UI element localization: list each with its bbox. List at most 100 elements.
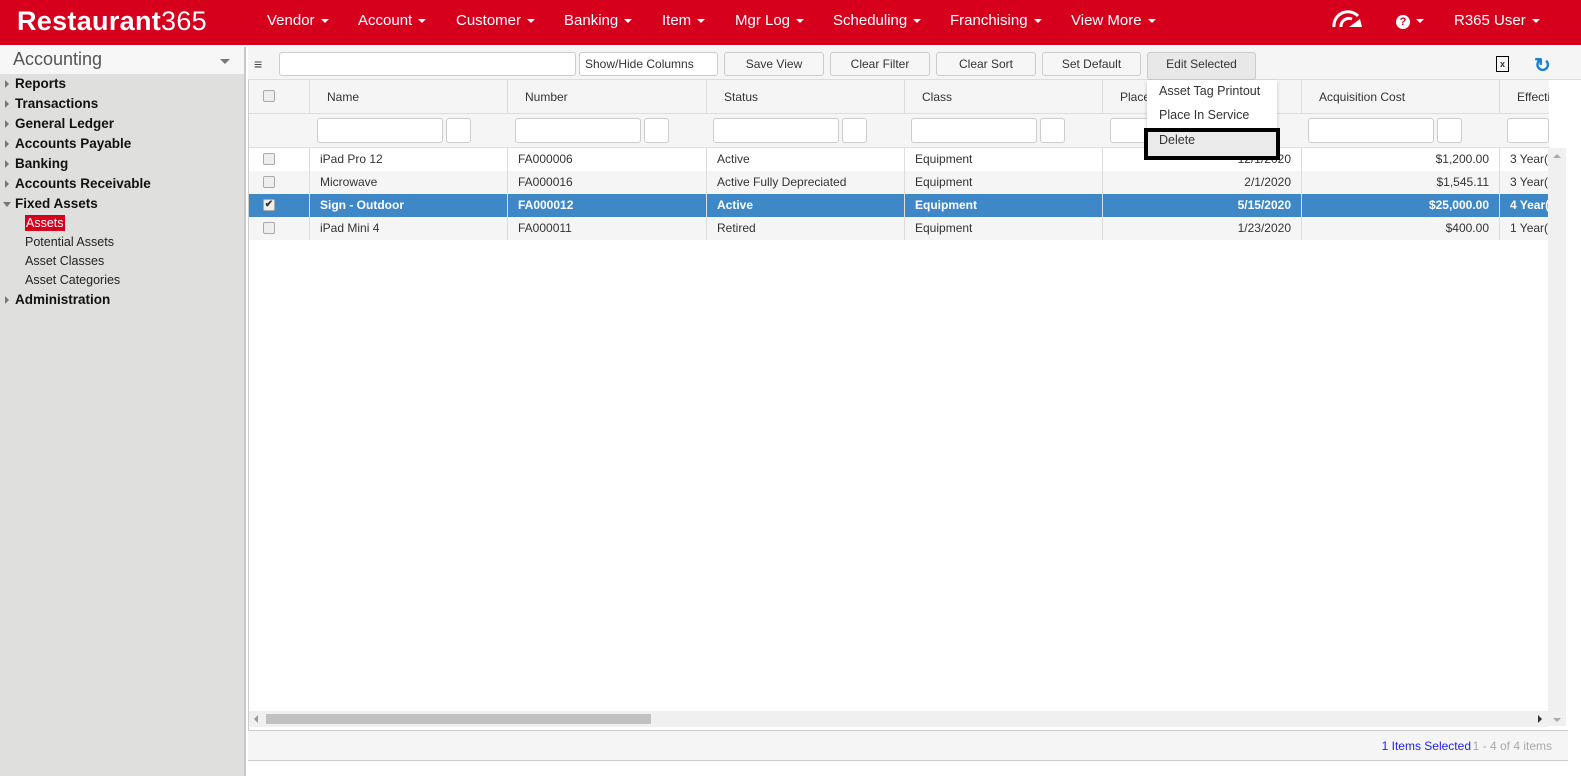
module-select[interactable]: Accounting — [0, 47, 244, 74]
save-view-button[interactable]: Save View — [724, 52, 824, 76]
refresh-icon[interactable]: ↻ — [1534, 53, 1551, 78]
clear-filter-button[interactable]: Clear Filter — [830, 52, 930, 76]
col-name[interactable]: Name — [309, 80, 507, 113]
cell-number: FA000012 — [507, 194, 706, 217]
sidebar-sub-asset-categories[interactable]: Asset Categories — [0, 271, 244, 290]
nav-item[interactable]: Item — [662, 12, 706, 29]
user-menu[interactable]: R365 User — [1454, 12, 1540, 29]
set-default-button[interactable]: Set Default — [1042, 52, 1141, 76]
row-select-cell — [249, 217, 309, 240]
cell-number: FA000011 — [507, 217, 706, 240]
sidebar-sub-potential-assets[interactable]: Potential Assets — [0, 233, 244, 252]
edit-selected-button[interactable]: Edit Selected — [1147, 52, 1256, 80]
cell-effect: 1 Year( — [1499, 217, 1549, 240]
clear-sort-button[interactable]: Clear Sort — [936, 52, 1036, 76]
sidebar-item-reports[interactable]: Reports — [0, 74, 244, 94]
filter-status-input[interactable] — [713, 118, 839, 143]
search-input[interactable] — [279, 52, 576, 76]
sidebar-item-administration[interactable]: Administration — [0, 290, 244, 310]
cell-class: Equipment — [904, 171, 1102, 194]
cell-name: Sign - Outdoor — [309, 194, 507, 217]
col-class[interactable]: Class — [904, 80, 1102, 113]
select-all-checkbox[interactable] — [263, 90, 275, 102]
menu-lines-icon[interactable]: ≡ — [254, 56, 262, 72]
cell-status: Active — [706, 148, 904, 171]
filter-class-input[interactable] — [911, 118, 1037, 143]
menu-asset-tag-printout[interactable]: Asset Tag Printout — [1147, 80, 1277, 104]
col-status[interactable]: Status — [706, 80, 904, 113]
nav-vendor[interactable]: Vendor — [267, 12, 329, 29]
menu-delete[interactable]: Delete — [1144, 128, 1280, 160]
sidebar-item-general-ledger[interactable]: General Ledger — [0, 114, 244, 134]
filter-cost-input[interactable] — [1308, 118, 1434, 143]
nav-mgr-log[interactable]: Mgr Log — [735, 12, 805, 29]
nav-view-more[interactable]: View More — [1071, 12, 1156, 29]
sidebar-item-accounts-payable[interactable]: Accounts Payable — [0, 134, 244, 154]
filter-status-button[interactable] — [842, 118, 867, 143]
filter-name-button[interactable] — [446, 118, 471, 143]
sidebar: Accounting Reports Transactions General … — [0, 47, 246, 776]
filter-number-input[interactable] — [515, 118, 641, 143]
grid-footer: 1 Items Selected 1 - 4 of 4 items — [248, 730, 1568, 761]
scroll-left-icon[interactable] — [254, 715, 258, 723]
sidebar-item-banking[interactable]: Banking — [0, 154, 244, 174]
expand-icon — [5, 180, 9, 188]
row-checkbox[interactable] — [263, 176, 275, 188]
scroll-down-icon[interactable] — [1553, 718, 1561, 722]
menu-place-in-service[interactable]: Place In Service — [1147, 104, 1277, 128]
cell-place: 2/1/2020 — [1102, 171, 1301, 194]
nav-banking[interactable]: Banking — [564, 12, 633, 29]
scroll-right-icon[interactable] — [1538, 715, 1542, 723]
row-checkbox[interactable]: ✔ — [263, 199, 275, 211]
nav-franchising[interactable]: Franchising — [950, 12, 1042, 29]
excel-export-icon[interactable]: x — [1496, 56, 1509, 72]
row-select-cell: ✔ — [249, 194, 309, 217]
cell-number: FA000006 — [507, 148, 706, 171]
cell-number: FA000016 — [507, 171, 706, 194]
table-row[interactable]: iPad Mini 4 FA000011 Retired Equipment 1/23/… — [249, 217, 1549, 240]
col-acquisition-cost[interactable]: Acquisition Cost — [1301, 80, 1499, 113]
row-checkbox[interactable] — [263, 222, 275, 234]
cell-cost: $25,000.00 — [1301, 194, 1499, 217]
filter-cost-button[interactable] — [1437, 118, 1462, 143]
scroll-thumb[interactable] — [266, 714, 651, 724]
table-row[interactable]: ✔ Sign - Outdoor FA000012 Active Equipment 5/… — [249, 194, 1549, 217]
scroll-up-icon[interactable] — [1553, 154, 1561, 158]
logo[interactable]: Restaurant365 — [17, 6, 207, 37]
sidebar-sub-asset-classes[interactable]: Asset Classes — [0, 252, 244, 271]
filter-class-button[interactable] — [1040, 118, 1065, 143]
nav-customer[interactable]: Customer — [456, 12, 536, 29]
filter-name-input[interactable] — [317, 118, 443, 143]
nav-label: Banking — [564, 12, 619, 29]
cell-cost: $1,200.00 — [1301, 148, 1499, 171]
cell-status: Active Fully Depreciated — [706, 171, 904, 194]
row-select-cell — [249, 171, 309, 194]
vertical-scrollbar[interactable] — [1548, 148, 1566, 726]
nav-scheduling[interactable]: Scheduling — [833, 12, 922, 29]
horizontal-scrollbar[interactable] — [249, 711, 1548, 727]
cell-cost: $1,545.11 — [1301, 171, 1499, 194]
sidebar-item-transactions[interactable]: Transactions — [0, 94, 244, 114]
nav-account[interactable]: Account — [358, 12, 427, 29]
dashboard-gauge-icon[interactable] — [1332, 10, 1364, 32]
sidebar-item-accounts-receivable[interactable]: Accounts Receivable — [0, 174, 244, 194]
help-icon[interactable]: ? — [1396, 12, 1424, 29]
col-number[interactable]: Number — [507, 80, 706, 113]
filter-effective-input[interactable] — [1507, 118, 1549, 143]
module-label: Accounting — [13, 49, 103, 69]
table-row[interactable]: Microwave FA000016 Active Fully Depreciate… — [249, 171, 1549, 194]
sidebar-sub-assets[interactable]: Assets — [0, 214, 244, 233]
show-hide-columns-button[interactable]: Show/Hide Columns — [579, 52, 718, 76]
cell-class: Equipment — [904, 148, 1102, 171]
sidebar-item-fixed-assets[interactable]: Fixed Assets — [0, 194, 244, 214]
col-effective[interactable]: Effecti — [1499, 80, 1549, 113]
cell-place: 5/15/2020 — [1102, 194, 1301, 217]
nav-label: View More — [1071, 12, 1142, 29]
nav-label: Scheduling — [833, 12, 908, 29]
nav-label: Item — [662, 12, 692, 29]
filter-number-button[interactable] — [644, 118, 669, 143]
table-row[interactable]: iPad Pro 12FA000006ActiveEquipment12/1/2… — [249, 148, 1549, 171]
row-checkbox[interactable] — [263, 153, 275, 165]
cell-status: Retired — [706, 217, 904, 240]
nav-label: Customer — [456, 12, 522, 29]
